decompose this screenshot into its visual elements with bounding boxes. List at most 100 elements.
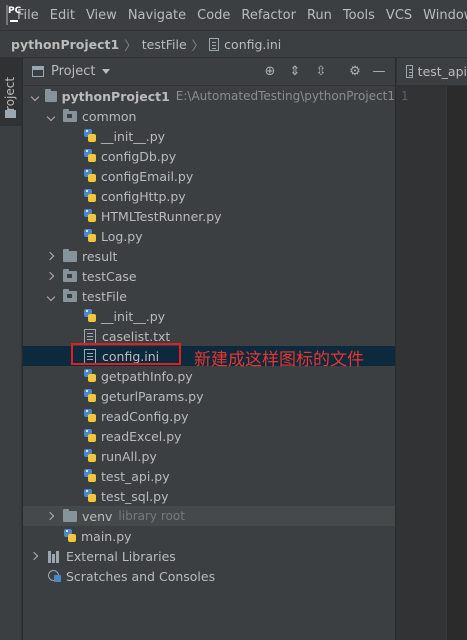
tree-folder-result[interactable]: result	[23, 246, 395, 266]
breadcrumb-project[interactable]: pythonProject1	[11, 37, 119, 52]
chevron-down-icon[interactable]	[31, 91, 39, 101]
breadcrumb: pythonProject1 〉 testFile 〉 config.ini	[0, 30, 467, 58]
tree-folder-label: common	[82, 108, 137, 124]
tree-root-label: pythonProject1	[61, 88, 170, 104]
chevron-right-icon[interactable]	[47, 511, 57, 521]
tree-file-label: configHttp.py	[101, 188, 186, 204]
menu-code[interactable]: Code	[197, 8, 230, 23]
chevron-right-icon[interactable]	[47, 251, 57, 261]
python-file-icon	[83, 388, 97, 404]
python-file-icon	[63, 528, 77, 544]
menu-refactor[interactable]: Refactor	[241, 8, 296, 23]
tree-file-label: Log.py	[101, 228, 143, 244]
editor-tab[interactable]: test_api	[396, 58, 467, 86]
tree-file-label: configEmail.py	[101, 168, 194, 184]
menu-tools[interactable]: Tools	[343, 8, 375, 23]
editor-gutter: 1	[396, 86, 446, 640]
breadcrumb-separator: 〉	[124, 37, 137, 53]
library-icon	[47, 550, 61, 563]
tree-folder-label: testCase	[82, 268, 137, 284]
panel-title[interactable]: Project	[51, 64, 95, 79]
python-file-icon	[83, 408, 97, 424]
breadcrumb-separator: 〉	[191, 37, 205, 53]
editor-body[interactable]	[446, 86, 467, 640]
tree-file-label: geturlParams.py	[101, 388, 204, 404]
tree-folder-label: testFile	[82, 288, 127, 304]
chevron-right-icon[interactable]	[31, 551, 41, 561]
menu-edit[interactable]: Edit	[50, 8, 75, 23]
expand-all-icon[interactable]: ⇕	[287, 64, 303, 80]
tree-file-label: __init__.py	[101, 128, 166, 144]
pycharm-logo-icon: PC	[6, 5, 21, 25]
tree-folder-label: venv	[82, 508, 113, 524]
line-number: 1	[401, 89, 409, 103]
folder-icon	[45, 88, 57, 102]
breadcrumb-folder[interactable]: testFile	[142, 37, 187, 52]
python-file-icon	[83, 468, 97, 484]
menu-bar: PC File Edit View Navigate Code Refactor…	[0, 0, 467, 30]
annotation-text: 新建成这样图标的文件	[194, 350, 364, 370]
chevron-right-icon[interactable]	[47, 271, 57, 281]
tree-file-label: readConfig.py	[101, 408, 189, 424]
tree-folder-common[interactable]: common	[23, 106, 395, 126]
tree-file[interactable]: readExcel.py	[23, 426, 395, 446]
project-panel-header: Project ⊕ ⇕ ⇳ ⚙ —	[23, 58, 395, 86]
tree-folder-testcase[interactable]: testCase	[23, 266, 395, 286]
chevron-down-icon[interactable]	[47, 111, 57, 121]
tree-file-label: HTMLTestRunner.py	[101, 208, 222, 224]
tree-root[interactable]: pythonProject1 E:\AutomatedTesting\pytho…	[23, 86, 395, 106]
menu-run[interactable]: Run	[307, 8, 332, 23]
tree-item-label: External Libraries	[66, 548, 176, 564]
locate-file-icon[interactable]: ⊕	[262, 64, 278, 80]
python-file-icon	[83, 228, 97, 244]
python-file-icon	[83, 368, 97, 384]
tree-file[interactable]: runAll.py	[23, 446, 395, 466]
chevron-down-icon[interactable]	[102, 69, 111, 74]
tree-file[interactable]: readConfig.py	[23, 406, 395, 426]
highlight-box	[71, 343, 181, 365]
tree-folder-label: result	[82, 248, 118, 264]
tree-item-label: Scratches and Consoles	[66, 568, 216, 584]
text-file-icon	[84, 328, 96, 344]
tree-file[interactable]: Log.py	[23, 226, 395, 246]
menu-vcs[interactable]: VCS	[386, 8, 412, 23]
file-icon	[209, 37, 220, 51]
python-file-icon	[83, 168, 97, 184]
library-root-note: library root	[118, 509, 185, 523]
python-file-icon	[83, 308, 97, 324]
scratches-icon	[47, 569, 61, 583]
tree-file[interactable]: __init__.py	[23, 126, 395, 146]
menu-window[interactable]: Window	[423, 8, 467, 23]
tree-file[interactable]: geturlParams.py	[23, 386, 395, 406]
tree-file[interactable]: test_sql.py	[23, 486, 395, 506]
breadcrumb-file[interactable]: config.ini	[224, 37, 281, 52]
python-file-icon	[83, 128, 97, 144]
tree-file[interactable]: configEmail.py	[23, 166, 395, 186]
chevron-down-icon[interactable]	[47, 291, 57, 301]
tool-window-stripe: Project	[0, 58, 22, 640]
tree-root-path: E:\AutomatedTesting\pythonProject1	[175, 89, 395, 103]
tree-file-label: main.py	[81, 528, 132, 544]
tree-file[interactable]: configHttp.py	[23, 186, 395, 206]
menu-navigate[interactable]: Navigate	[128, 8, 186, 23]
tree-file-label: getpathInfo.py	[101, 368, 193, 384]
package-folder-icon	[63, 268, 77, 282]
python-file-icon	[83, 188, 97, 204]
tree-folder-testfile[interactable]: testFile	[23, 286, 395, 306]
folder-icon	[63, 508, 77, 522]
tree-scratches[interactable]: Scratches and Consoles	[23, 566, 395, 586]
tree-file[interactable]: test_api.py	[23, 466, 395, 486]
tree-folder-venv[interactable]: venv library root	[23, 506, 395, 526]
tree-file[interactable]: HTMLTestRunner.py	[23, 206, 395, 226]
gear-icon[interactable]: ⚙	[347, 64, 363, 80]
hide-panel-icon[interactable]: —	[371, 64, 387, 80]
tree-file-label: runAll.py	[101, 448, 157, 464]
tree-external-libraries[interactable]: External Libraries	[23, 546, 395, 566]
tree-file[interactable]: configDb.py	[23, 146, 395, 166]
tree-file[interactable]: main.py	[23, 526, 395, 546]
tree-file[interactable]: __init__.py	[23, 306, 395, 326]
folder-icon	[63, 248, 77, 262]
project-view-icon	[32, 66, 44, 77]
collapse-all-icon[interactable]: ⇳	[313, 64, 329, 80]
menu-view[interactable]: View	[86, 8, 117, 23]
